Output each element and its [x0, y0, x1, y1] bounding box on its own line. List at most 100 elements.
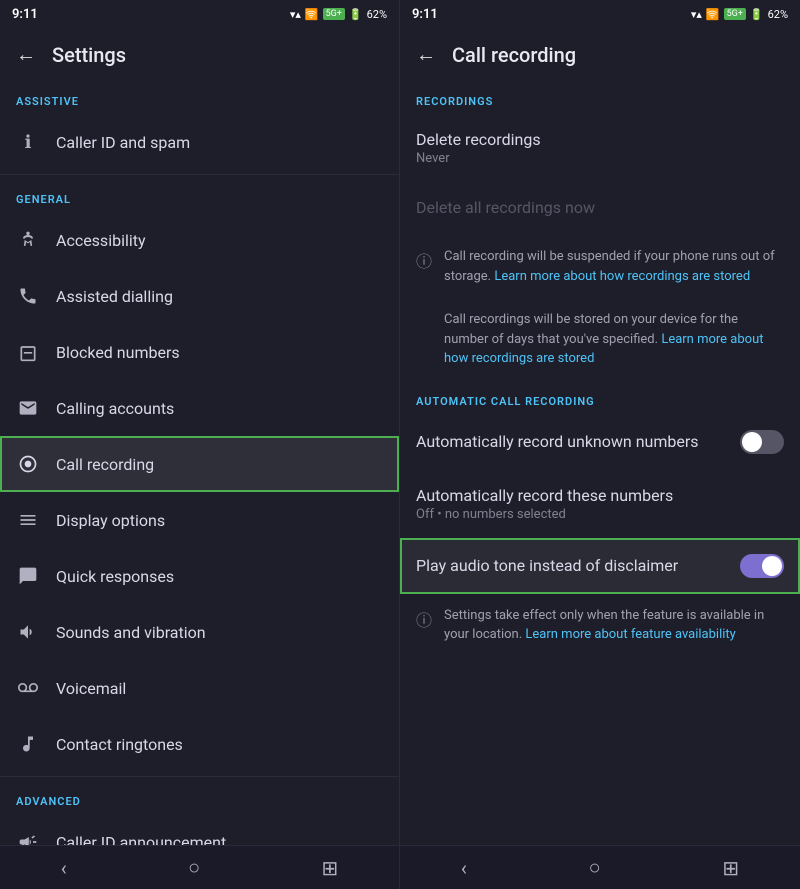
- calling-accounts-icon: [16, 396, 40, 420]
- left-back-button[interactable]: ←: [16, 42, 36, 67]
- call-recording-label: Call recording: [56, 455, 154, 474]
- auto-unknown-toggle-knob: [742, 432, 762, 452]
- left-nav-recents[interactable]: ⊞: [306, 852, 355, 884]
- right-nav-recents[interactable]: ⊞: [706, 852, 755, 884]
- caller-id-announcement-label: Caller ID announcement: [56, 833, 226, 846]
- caller-id-icon: ℹ: [16, 130, 40, 154]
- right-nav-home[interactable]: ○: [573, 851, 617, 884]
- left-nav-back[interactable]: ‹: [45, 852, 83, 884]
- info-storage-link[interactable]: Learn more about how recordings are stor…: [494, 269, 750, 284]
- settings-audio-tone[interactable]: Play audio tone instead of disclaimer: [400, 538, 800, 594]
- right-signal-icon: ▾▴: [691, 8, 702, 21]
- menu-item-call-recording[interactable]: Call recording: [0, 436, 399, 492]
- quick-responses-label: Quick responses: [56, 567, 174, 586]
- right-status-time: 9:11: [412, 7, 438, 22]
- sounds-vibration-icon: [16, 620, 40, 644]
- call-recording-icon: [16, 452, 40, 476]
- right-back-button[interactable]: ←: [416, 42, 436, 67]
- battery-icon: 🔋: [349, 8, 363, 21]
- divider-1: [0, 174, 399, 175]
- info-storage-icon: ⓘ: [416, 248, 432, 272]
- right-page-title: Call recording: [452, 43, 576, 67]
- left-status-bar: 9:11 ▾▴ 🛜 5G+ 🔋 62%: [0, 0, 399, 28]
- info-storage: ⓘ Call recording will be suspended if yo…: [400, 235, 800, 298]
- display-options-icon: [16, 508, 40, 532]
- right-panel: 9:11 ▾▴ 🛜 5G+ 🔋 62% ← Call recording REC…: [400, 0, 800, 889]
- contact-ringtones-label: Contact ringtones: [56, 735, 183, 754]
- right-status-icons: ▾▴ 🛜 5G+ 🔋 62%: [691, 8, 788, 21]
- info-storage-text: Call recording will be suspended if your…: [444, 247, 784, 286]
- menu-item-assisted-dialling[interactable]: Assisted dialling: [0, 268, 399, 324]
- right-nav-bar: ‹ ○ ⊞: [400, 845, 800, 889]
- right-battery-level: 62%: [768, 8, 788, 21]
- section-label-general: GENERAL: [0, 179, 399, 212]
- right-status-bar: 9:11 ▾▴ 🛜 5G+ 🔋 62%: [400, 0, 800, 28]
- wifi-icon: 🛜: [305, 8, 319, 21]
- info-device-text: Call recordings will be stored on your d…: [444, 310, 784, 369]
- menu-item-display-options[interactable]: Display options: [0, 492, 399, 548]
- audio-tone-title: Play audio tone instead of disclaimer: [416, 556, 728, 575]
- audio-tone-toggle[interactable]: [740, 554, 784, 578]
- delete-recordings-title: Delete recordings: [416, 130, 784, 149]
- voicemail-label: Voicemail: [56, 679, 126, 698]
- delete-all-title: Delete all recordings now: [416, 198, 784, 217]
- calling-accounts-label: Calling accounts: [56, 399, 174, 418]
- footer-info-icon: ⓘ: [416, 607, 432, 631]
- right-battery-icon: 🔋: [750, 8, 764, 21]
- info-device: ⓘ Call recordings will be stored on your…: [400, 298, 800, 381]
- right-nav-back[interactable]: ‹: [445, 852, 483, 884]
- footer-info-link[interactable]: Learn more about feature availability: [525, 627, 735, 642]
- accessibility-label: Accessibility: [56, 231, 146, 250]
- menu-item-quick-responses[interactable]: Quick responses: [0, 548, 399, 604]
- left-nav-home[interactable]: ○: [172, 851, 216, 884]
- menu-item-sounds-vibration[interactable]: Sounds and vibration: [0, 604, 399, 660]
- auto-unknown-title: Automatically record unknown numbers: [416, 432, 728, 451]
- menu-item-caller-id[interactable]: ℹ Caller ID and spam: [0, 114, 399, 170]
- divider-2: [0, 776, 399, 777]
- quick-responses-icon: [16, 564, 40, 588]
- auto-unknown-toggle[interactable]: [740, 430, 784, 454]
- footer-info: ⓘ Settings take effect only when the fea…: [400, 594, 800, 657]
- auto-numbers-subtitle: Off • no numbers selected: [416, 507, 784, 522]
- settings-item-delete-all[interactable]: Delete all recordings now: [400, 182, 800, 235]
- auto-numbers-text: Automatically record these numbers Off •…: [416, 486, 784, 522]
- network-icon: 5G+: [323, 8, 345, 20]
- section-label-auto-recording: AUTOMATIC CALL RECORDING: [400, 381, 800, 414]
- battery-level: 62%: [367, 8, 387, 21]
- right-wifi-icon: 🛜: [706, 8, 720, 21]
- settings-auto-unknown[interactable]: Automatically record unknown numbers: [400, 414, 800, 470]
- menu-item-calling-accounts[interactable]: Calling accounts: [0, 380, 399, 436]
- left-header: ← Settings: [0, 28, 399, 81]
- sounds-vibration-label: Sounds and vibration: [56, 623, 206, 642]
- right-header: ← Call recording: [400, 28, 800, 81]
- settings-item-delete-recordings[interactable]: Delete recordings Never: [400, 114, 800, 182]
- menu-item-caller-id-announcement[interactable]: Caller ID announcement: [0, 814, 399, 845]
- section-label-assistive: ASSISTIVE: [0, 81, 399, 114]
- left-page-title: Settings: [52, 43, 126, 67]
- menu-item-contact-ringtones[interactable]: Contact ringtones: [0, 716, 399, 772]
- left-settings-content: ASSISTIVE ℹ Caller ID and spam GENERAL A…: [0, 81, 399, 845]
- accessibility-icon: [16, 228, 40, 252]
- blocked-numbers-icon: [16, 340, 40, 364]
- left-status-icons: ▾▴ 🛜 5G+ 🔋 62%: [290, 8, 387, 21]
- footer-info-text: Settings take effect only when the featu…: [444, 606, 784, 645]
- contact-ringtones-icon: [16, 732, 40, 756]
- auto-unknown-text: Automatically record unknown numbers: [416, 432, 728, 451]
- signal-icon: ▾▴: [290, 8, 301, 21]
- voicemail-icon: [16, 676, 40, 700]
- menu-item-accessibility[interactable]: Accessibility: [0, 212, 399, 268]
- blocked-numbers-label: Blocked numbers: [56, 343, 180, 362]
- audio-tone-text: Play audio tone instead of disclaimer: [416, 556, 728, 575]
- menu-item-blocked-numbers[interactable]: Blocked numbers: [0, 324, 399, 380]
- auto-numbers-title: Automatically record these numbers: [416, 486, 784, 505]
- audio-tone-toggle-knob: [762, 556, 782, 576]
- caller-id-label: Caller ID and spam: [56, 133, 190, 152]
- assisted-dialling-icon: [16, 284, 40, 308]
- left-status-time: 9:11: [12, 7, 38, 22]
- right-settings-content: RECORDINGS Delete recordings Never Delet…: [400, 81, 800, 845]
- section-label-recordings: RECORDINGS: [400, 81, 800, 114]
- display-options-label: Display options: [56, 511, 165, 530]
- settings-auto-numbers[interactable]: Automatically record these numbers Off •…: [400, 470, 800, 538]
- menu-item-voicemail[interactable]: Voicemail: [0, 660, 399, 716]
- left-nav-bar: ‹ ○ ⊞: [0, 845, 399, 889]
